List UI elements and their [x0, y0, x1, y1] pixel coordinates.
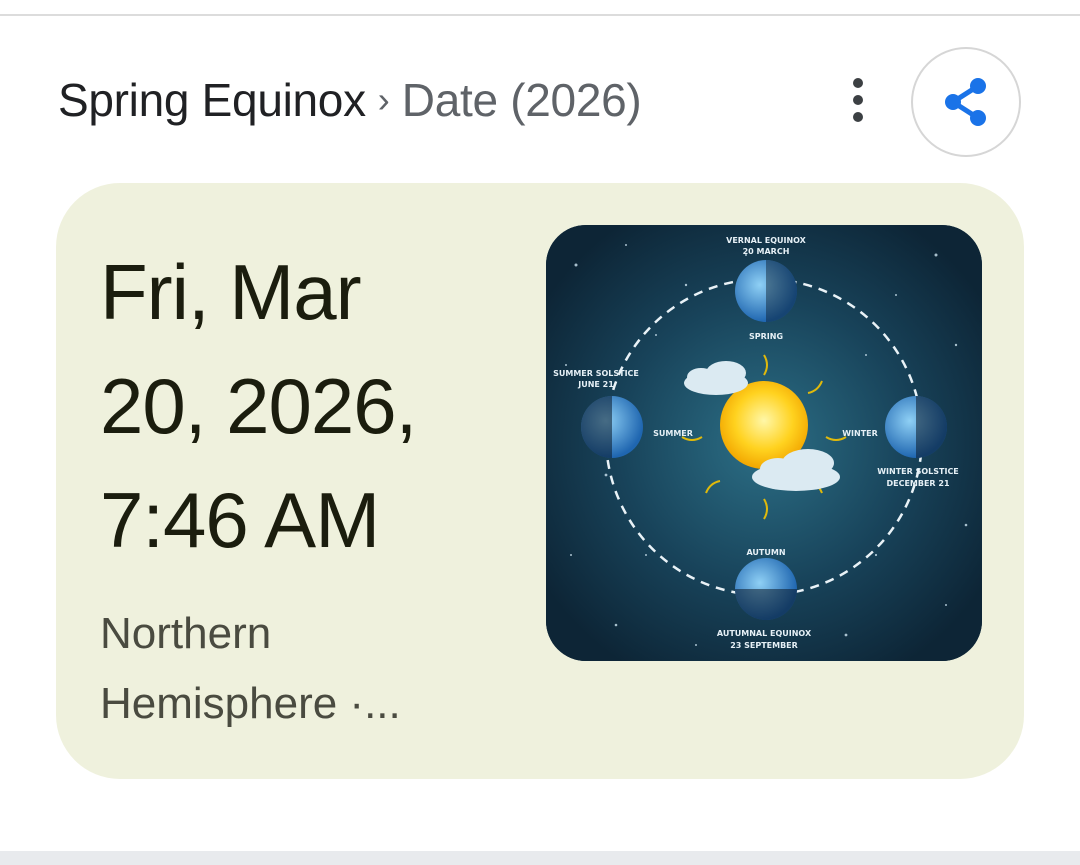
region-line-1: Northern	[100, 609, 272, 658]
more-options-button[interactable]	[836, 72, 880, 128]
label-summer-date: JUNE 21	[577, 380, 614, 389]
bottom-divider	[0, 851, 1080, 865]
earth-winter	[885, 396, 947, 458]
answer-card[interactable]: Fri, Mar 20, 2026, 7:46 AM Northern Hemi…	[56, 183, 1024, 779]
top-divider	[0, 0, 1080, 16]
label-autumn: AUTUMN	[746, 548, 785, 557]
label-winter-date: DECEMBER 21	[886, 479, 949, 488]
date-line-2: 20, 2026,	[100, 362, 417, 450]
label-winter-solstice: WINTER SOLSTICE	[877, 467, 959, 476]
share-icon	[945, 78, 986, 126]
breadcrumb-topic[interactable]: Spring Equinox	[58, 73, 366, 127]
hemisphere-text: Northern Hemisphere ·...	[100, 599, 500, 739]
label-vernal: VERNAL EQUINOX	[726, 236, 807, 245]
date-line-1: Fri, Mar	[100, 248, 362, 336]
more-vert-icon	[853, 78, 863, 88]
region-line-2: Hemisphere ·...	[100, 679, 401, 728]
share-button[interactable]	[911, 47, 1021, 157]
breadcrumb: Spring Equinox › Date (2026)	[58, 70, 642, 130]
breadcrumb-separator: ›	[377, 79, 390, 120]
label-autumnal-date: 23 SEPTEMBER	[730, 641, 798, 650]
earth-summer	[581, 396, 643, 458]
label-summer: SUMMER	[653, 429, 693, 438]
seasons-diagram-image[interactable]: VERNAL EQUINOX 20 MARCH SPRING SUMMER SO…	[546, 225, 982, 661]
label-spring: SPRING	[749, 332, 783, 341]
breadcrumb-subtopic[interactable]: Date (2026)	[402, 73, 642, 127]
earth-autumn	[735, 558, 797, 620]
earth-spring	[735, 260, 797, 322]
time-line: 7:46 AM	[100, 476, 380, 564]
earth-orbit-illustration: VERNAL EQUINOX 20 MARCH SPRING SUMMER SO…	[546, 225, 982, 661]
label-winter: WINTER	[842, 429, 878, 438]
label-summer-solstice: SUMMER SOLSTICE	[553, 369, 639, 378]
label-autumnal: AUTUMNAL EQUINOX	[717, 629, 812, 638]
label-vernal-date: 20 MARCH	[743, 247, 790, 256]
equinox-datetime: Fri, Mar 20, 2026, 7:46 AM	[100, 235, 520, 577]
